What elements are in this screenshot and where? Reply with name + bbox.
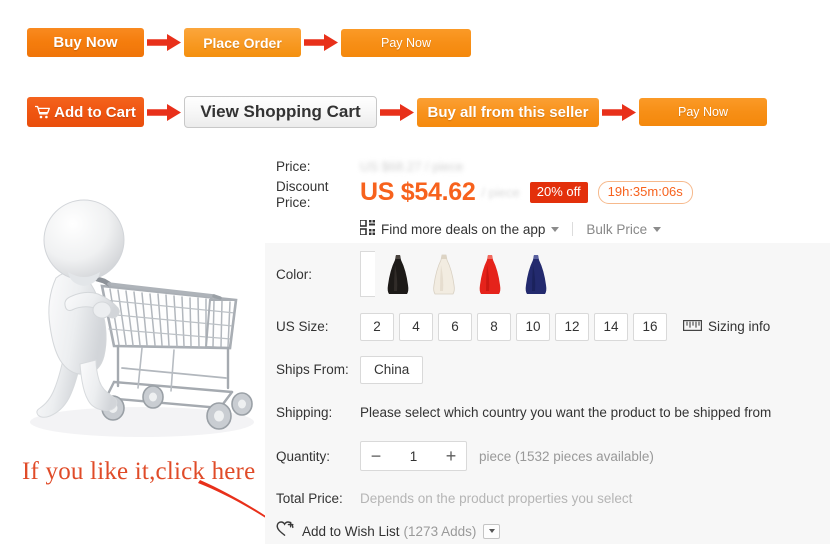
- size-chip-2[interactable]: 2: [360, 312, 394, 341]
- wish-list-dropdown-button[interactable]: [483, 523, 501, 539]
- ships-from-label: Ships From:: [276, 362, 349, 377]
- shipping-row: Shipping: Please select which country yo…: [276, 391, 830, 434]
- heart-plus-icon: [276, 520, 295, 542]
- sizing-info-link[interactable]: Sizing info: [683, 319, 770, 334]
- color-swatch-edge: [360, 251, 375, 297]
- price-info-column: Price: US $68.27 / piece Discount Price:…: [276, 155, 830, 238]
- quantity-decrease-button[interactable]: −: [361, 442, 391, 470]
- discount-price-label: Discount Price:: [276, 177, 360, 211]
- discount-label-line1: Discount: [276, 179, 329, 194]
- qr-code-icon: [359, 219, 375, 238]
- pay-now-button[interactable]: Pay Now: [639, 98, 767, 126]
- discount-price-row: Discount Price: US $54.62 / piece 20% of…: [276, 177, 830, 211]
- sizing-info-label: Sizing info: [708, 319, 771, 334]
- bulk-price-label: Bulk Price: [586, 221, 648, 237]
- product-options-panel: Color: US Size: 2 4 6 8 10 12 14 16 Sizi…: [265, 243, 830, 544]
- color-option-row: Color:: [276, 243, 830, 305]
- discount-badge: 20% off: [529, 181, 588, 203]
- color-swatch-black[interactable]: [375, 251, 421, 297]
- view-shopping-cart-button[interactable]: View Shopping Cart: [184, 96, 377, 128]
- size-chip-4[interactable]: 4: [399, 312, 433, 341]
- total-price-label: Total Price:: [276, 490, 343, 506]
- color-swatch-white[interactable]: [421, 251, 467, 297]
- total-price-note: Depends on the product properties you se…: [360, 490, 633, 506]
- price-unit: / piece: [481, 184, 520, 200]
- discount-label-line2: Price:: [276, 195, 311, 210]
- quantity-label: Quantity:: [276, 448, 331, 464]
- product-illustration: [14, 150, 272, 450]
- color-swatch-list: [360, 251, 559, 297]
- flow-arrow-icon: [377, 103, 417, 121]
- shipping-label: Shipping:: [276, 405, 333, 420]
- discount-price-value: US $54.62: [360, 178, 476, 206]
- ruler-icon: [683, 319, 702, 334]
- price-row: Price: US $68.27 / piece: [276, 155, 830, 177]
- ships-from-chip-china[interactable]: China: [360, 355, 424, 384]
- checkout-flow-direct: Buy Now Place Order Pay Now: [27, 28, 471, 57]
- quantity-input[interactable]: [391, 448, 436, 464]
- us-size-label: US Size:: [276, 319, 329, 334]
- flow-arrow-icon: [599, 103, 639, 121]
- size-chip-14[interactable]: 14: [594, 312, 628, 341]
- checkout-flow-cart: Add to Cart View Shopping Cart Buy all f…: [27, 96, 767, 128]
- color-swatch-red[interactable]: [467, 251, 513, 297]
- total-price-row: Total Price: Depends on the product prop…: [276, 478, 830, 518]
- app-promo-label[interactable]: Find more deals on the app: [381, 222, 545, 237]
- shipping-message: Please select which country you want the…: [360, 405, 772, 420]
- size-chip-8[interactable]: 8: [477, 312, 511, 341]
- divider: [572, 222, 574, 236]
- countdown-timer: 19h:35m:06s: [597, 180, 693, 204]
- quantity-stepper[interactable]: − +: [360, 441, 467, 471]
- quantity-row: Quantity: − + piece (1532 pieces availab…: [276, 434, 830, 478]
- app-promo-row: Find more deals on the app Bulk Price: [359, 219, 830, 238]
- chevron-down-icon[interactable]: [551, 226, 560, 232]
- cart-icon: [34, 105, 51, 119]
- size-chip-10[interactable]: 10: [516, 312, 550, 341]
- flow-arrow-icon: [144, 103, 184, 121]
- price-label: Price:: [276, 158, 311, 174]
- bulk-price-link[interactable]: Bulk Price: [586, 221, 662, 237]
- size-chip-12[interactable]: 12: [555, 312, 589, 341]
- pay-now-button[interactable]: Pay Now: [341, 28, 471, 57]
- chevron-down-icon: [488, 529, 495, 533]
- chevron-down-icon: [653, 226, 662, 232]
- wish-list-count: (1273 Adds): [403, 523, 477, 539]
- color-swatch-navy[interactable]: [513, 251, 559, 297]
- size-option-row: US Size: 2 4 6 8 10 12 14 16 Sizing info: [276, 305, 830, 348]
- wish-list-label: Add to Wish List: [302, 523, 400, 539]
- quantity-increase-button[interactable]: +: [436, 442, 466, 470]
- ships-from-row: Ships From: China: [276, 348, 830, 391]
- flow-arrow-icon: [144, 34, 184, 51]
- color-label: Color:: [276, 266, 313, 282]
- buy-all-from-seller-button[interactable]: Buy all from this seller: [417, 97, 599, 127]
- add-to-wish-list-row[interactable]: Add to Wish List (1273 Adds): [276, 518, 830, 544]
- quantity-availability-note: piece (1532 pieces available): [479, 448, 654, 464]
- size-chip-6[interactable]: 6: [438, 312, 472, 341]
- flow-arrow-icon: [301, 34, 341, 51]
- size-chip-16[interactable]: 16: [633, 312, 667, 341]
- add-to-cart-button[interactable]: Add to Cart: [27, 97, 144, 127]
- buy-now-button[interactable]: Buy Now: [27, 28, 144, 57]
- add-to-cart-label: Add to Cart: [54, 103, 136, 121]
- place-order-button[interactable]: Place Order: [184, 28, 301, 57]
- original-price-value: US $68.27 / piece: [360, 158, 464, 174]
